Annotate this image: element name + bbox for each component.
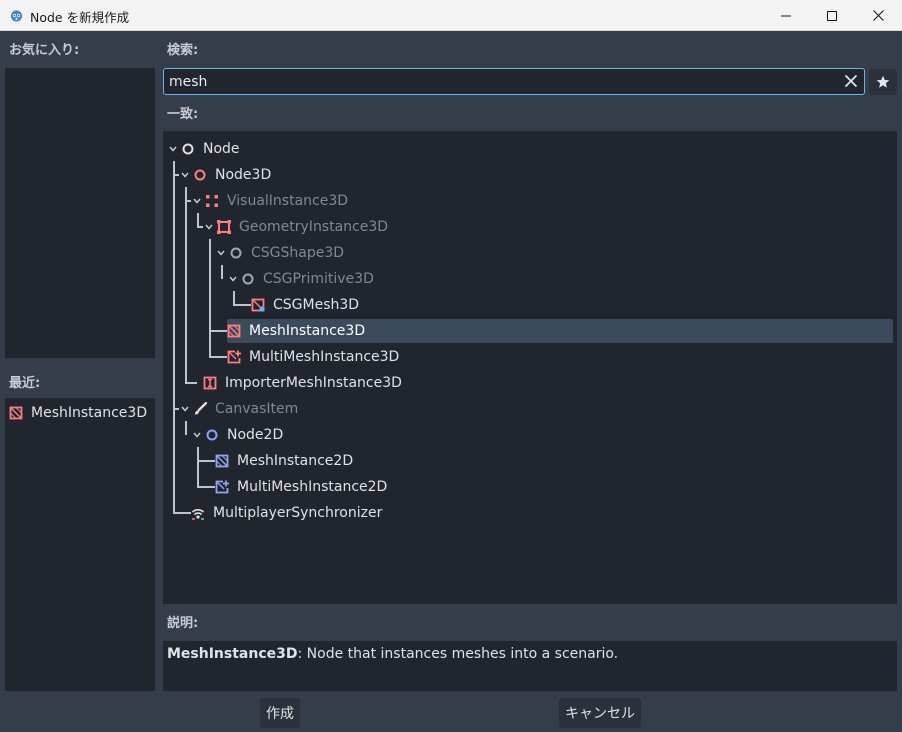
tree-item-mesh-instance-2d[interactable]: MeshInstance2D xyxy=(215,449,353,473)
tree-item-multimesh-instance-2d[interactable]: MultiMeshInstance2D xyxy=(215,475,387,499)
tree-guide xyxy=(197,486,215,488)
title-bar: Node を新規作成 xyxy=(0,0,902,31)
description-text: : Node that instances meshes into a scen… xyxy=(297,646,619,662)
chevron-down-icon[interactable] xyxy=(227,267,239,291)
multimesh-instance-3d-icon xyxy=(227,350,241,364)
tree-item-csg-primitive-3d[interactable]: CSGPrimitive3D xyxy=(227,267,374,291)
minimize-icon xyxy=(781,15,791,16)
tree-item-label: Node3D xyxy=(215,167,272,183)
geometry-instance-3d-icon xyxy=(217,220,231,234)
node2d-icon xyxy=(205,428,219,442)
tree-item-label: Node xyxy=(203,141,240,157)
canvas-item-icon xyxy=(193,402,207,416)
chevron-down-icon[interactable] xyxy=(179,163,191,187)
favorites-list[interactable] xyxy=(5,68,155,358)
tree-item-label: GeometryInstance3D xyxy=(239,219,389,235)
multimesh-instance-2d-icon xyxy=(215,480,229,494)
cancel-button[interactable]: キャンセル xyxy=(559,698,641,728)
tree-item-label: CSGPrimitive3D xyxy=(263,271,374,287)
tree-guide xyxy=(197,447,199,487)
tree-guide xyxy=(233,291,235,305)
tree-guide xyxy=(185,421,187,435)
tree-item-label: CSGMesh3D xyxy=(273,297,360,313)
tree-item-label: CanvasItem xyxy=(215,401,299,417)
chevron-down-icon[interactable] xyxy=(203,215,215,239)
importer-mesh-instance-3d-icon xyxy=(203,376,217,390)
csg-mesh-3d-icon xyxy=(251,298,265,312)
tree-item-multiplayer-synchronizer[interactable]: MultiplayerSynchronizer xyxy=(191,501,382,525)
tree-item-importer-mesh-instance-3d[interactable]: ImporterMeshInstance3D xyxy=(203,371,402,395)
tree-guide xyxy=(221,265,223,279)
tree-guide xyxy=(209,356,227,358)
recent-item[interactable]: MeshInstance3D xyxy=(9,405,147,421)
tree-item-csg-shape-3d[interactable]: CSGShape3D xyxy=(215,241,344,265)
favorite-button[interactable] xyxy=(869,69,897,95)
chevron-down-icon[interactable] xyxy=(167,137,179,161)
clear-icon[interactable] xyxy=(843,73,859,89)
tree-item-label: ImporterMeshInstance3D xyxy=(225,375,402,391)
godot-icon xyxy=(10,10,23,22)
tree-item-multimesh-instance-3d[interactable]: MultiMeshInstance3D xyxy=(227,345,399,369)
tree-item-label: MultiplayerSynchronizer xyxy=(213,505,383,521)
tree-guide xyxy=(197,460,215,462)
maximize-icon xyxy=(827,10,837,21)
close-button[interactable] xyxy=(855,0,901,31)
tree-guide xyxy=(197,213,199,227)
window-title: Node を新規作成 xyxy=(30,10,130,25)
description-class-name: MeshInstance3D xyxy=(167,646,298,662)
search-label: 検索: xyxy=(167,43,199,58)
csg-primitive-3d-icon xyxy=(241,272,255,286)
description-panel: MeshInstance3D: Node that instances mesh… xyxy=(163,641,897,691)
tree-item-label: MultiMeshInstance3D xyxy=(249,349,400,365)
mesh-instance-2d-icon xyxy=(215,454,229,468)
recent-item-label: MeshInstance3D xyxy=(31,405,148,421)
tree-item-node2d[interactable]: Node2D xyxy=(191,423,283,447)
tree-guide xyxy=(185,382,197,384)
csg-shape-3d-icon xyxy=(229,246,243,260)
tree-item-label: MeshInstance2D xyxy=(237,453,354,469)
search-input[interactable] xyxy=(169,72,829,91)
node-icon xyxy=(181,142,195,156)
star-icon xyxy=(876,75,890,88)
close-icon xyxy=(872,10,884,21)
multiplayer-synchronizer-icon xyxy=(191,506,205,520)
maximize-button[interactable] xyxy=(809,0,855,31)
tree-item-label: VisualInstance3D xyxy=(227,193,349,209)
recent-label: 最近: xyxy=(9,376,41,391)
mesh-instance-3d-icon xyxy=(9,406,23,420)
minimize-button[interactable] xyxy=(763,0,809,31)
tree-guide xyxy=(173,512,191,514)
tree-item-label: MultiMeshInstance2D xyxy=(237,479,388,495)
tree-guide xyxy=(185,187,187,383)
tree-item-visual-instance-3d[interactable]: VisualInstance3D xyxy=(191,189,348,213)
chevron-down-icon[interactable] xyxy=(191,423,203,447)
tree-item-node3d[interactable]: Node3D xyxy=(179,163,271,187)
tree-item-label: MeshInstance3D xyxy=(249,323,366,339)
visual-instance-3d-icon xyxy=(205,194,219,208)
search-field[interactable] xyxy=(163,68,865,95)
tree-guide xyxy=(173,161,175,513)
tree-item-mesh-instance-3d[interactable]: MeshInstance3D xyxy=(227,319,365,343)
description-label: 説明: xyxy=(167,616,199,631)
tree-item-canvas-item[interactable]: CanvasItem xyxy=(179,397,298,421)
recent-list[interactable] xyxy=(5,398,155,691)
matches-label: 一致: xyxy=(167,107,199,122)
chevron-down-icon[interactable] xyxy=(179,397,191,421)
tree-item-label: CSGShape3D xyxy=(251,245,345,261)
chevron-down-icon[interactable] xyxy=(215,241,227,265)
mesh-instance-3d-icon xyxy=(227,324,241,338)
node3d-icon xyxy=(193,168,207,182)
tree-item-geometry-instance-3d[interactable]: GeometryInstance3D xyxy=(203,215,388,239)
tree-item-csg-mesh-3d[interactable]: CSGMesh3D xyxy=(251,293,359,317)
chevron-down-icon[interactable] xyxy=(191,189,203,213)
tree-item-label: Node2D xyxy=(227,427,284,443)
tree-item-node[interactable]: Node xyxy=(167,137,240,161)
tree-guide xyxy=(209,239,211,357)
create-button[interactable]: 作成 xyxy=(260,698,300,728)
favorites-label: お気に入り: xyxy=(9,43,80,58)
tree-guide xyxy=(233,304,251,306)
tree-guide xyxy=(209,330,227,332)
